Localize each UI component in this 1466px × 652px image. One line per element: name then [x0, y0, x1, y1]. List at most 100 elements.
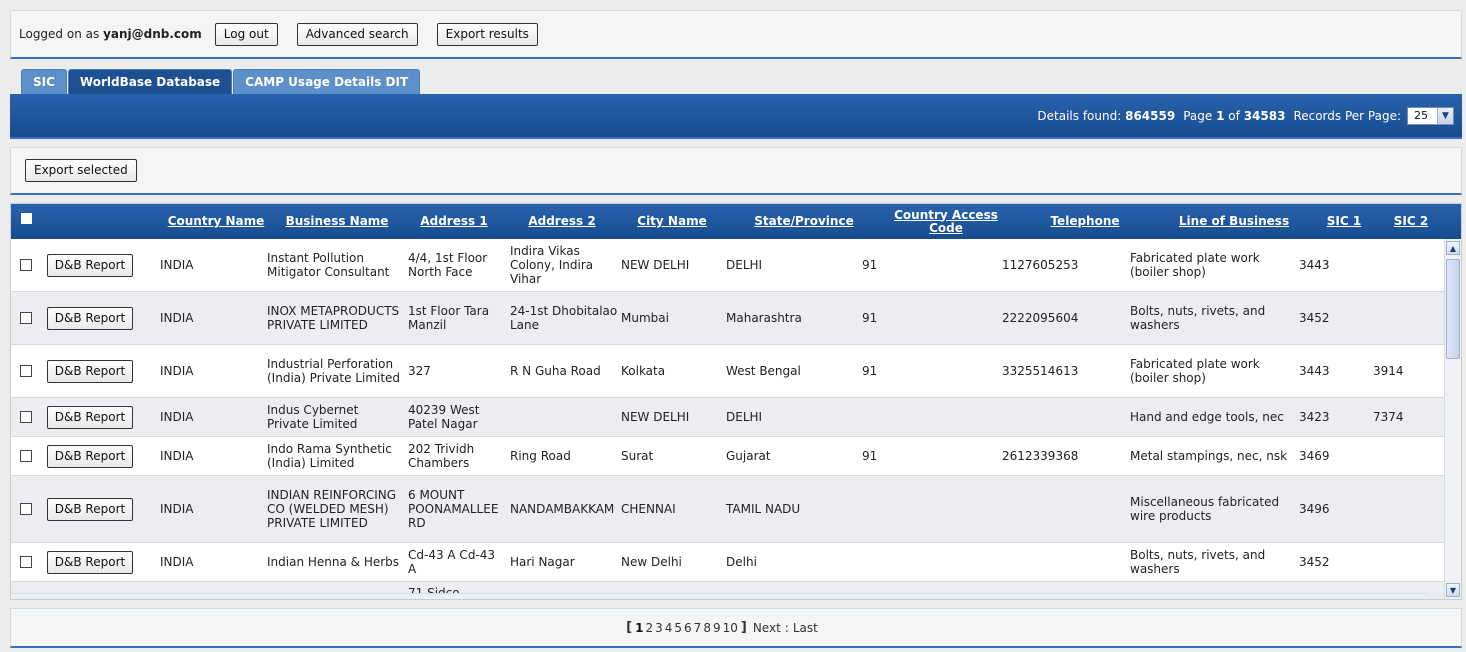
- export-results-button[interactable]: Export results: [436, 22, 538, 46]
- dnb-report-button[interactable]: D&B Report: [47, 498, 133, 521]
- page-link-2[interactable]: 2: [645, 621, 653, 635]
- table-row: D&B Report INDIA Indian Henna & Herbs Cd…: [11, 543, 1446, 582]
- tab-camp-usage-details[interactable]: CAMP Usage Details DIT: [233, 69, 421, 94]
- cell-telephone: [1002, 543, 1122, 581]
- logout-button[interactable]: Log out: [214, 22, 278, 46]
- header-address-2[interactable]: Address 2: [517, 204, 607, 239]
- scroll-down-icon[interactable]: ▼: [1446, 583, 1460, 597]
- vertical-scrollbar[interactable]: ▲ ▼: [1444, 239, 1461, 599]
- select-all-checkbox[interactable]: [21, 213, 32, 224]
- header-city-name[interactable]: City Name: [626, 204, 718, 239]
- page-link-8[interactable]: 8: [703, 621, 711, 635]
- cell-address-1: Cd-43 A Cd-43 A: [408, 548, 496, 576]
- header-address-1[interactable]: Address 1: [411, 204, 497, 239]
- cell-address-2: [510, 398, 618, 436]
- dnb-report-button[interactable]: D&B Report: [47, 360, 133, 383]
- header-telephone[interactable]: Telephone: [1041, 204, 1129, 239]
- page-link-3[interactable]: 3: [655, 621, 663, 635]
- header-business-name[interactable]: Business Name: [277, 204, 397, 239]
- page-link-9[interactable]: 9: [713, 621, 721, 635]
- cell-city: NEW DELHI: [621, 410, 690, 424]
- header-sic-2[interactable]: SIC 2: [1383, 204, 1439, 239]
- tab-sic[interactable]: SIC: [21, 69, 67, 94]
- cell-city: CHENNAI: [621, 502, 676, 516]
- logged-on-label: Logged on as: [19, 27, 100, 41]
- cell-country: INDIA: [160, 555, 194, 569]
- cell-city: Surat: [621, 449, 654, 463]
- tab-worldbase-database[interactable]: WorldBase Database: [67, 69, 233, 94]
- page-link-1[interactable]: 1: [635, 621, 643, 635]
- cell-address-2: 24-1st Dhobitalao Lane: [510, 304, 618, 332]
- details-found-label: Details found:: [1037, 108, 1122, 123]
- cell-state: Delhi: [726, 555, 757, 569]
- grid-body: D&B Report INDIA Instant Pollution Mitig…: [11, 239, 1446, 599]
- dnb-report-button[interactable]: D&B Report: [47, 551, 133, 574]
- cell-access-code: 91: [862, 449, 878, 463]
- row-checkbox[interactable]: [20, 312, 32, 324]
- cell-country: INDIA: [160, 449, 194, 463]
- results-grid: Country Name Business Name Address 1 Add…: [10, 203, 1462, 600]
- pager-separator: :: [784, 620, 789, 635]
- cell-sic-2: 7374: [1373, 410, 1404, 424]
- row-checkbox[interactable]: [20, 556, 32, 568]
- row-checkbox[interactable]: [20, 503, 32, 515]
- cell-business: INDIAN REINFORCING CO (WELDED MESH) PRIV…: [267, 488, 397, 530]
- advanced-search-button[interactable]: Advanced search: [296, 22, 418, 46]
- cell-address-2: R N Guha Road: [510, 364, 601, 378]
- records-per-page-label: Records Per Page:: [1293, 108, 1401, 123]
- table-row: D&B Report INDIA Indo Rama Synthetic (In…: [11, 437, 1446, 476]
- row-checkbox[interactable]: [20, 450, 32, 462]
- header-sic-1[interactable]: SIC 1: [1316, 204, 1372, 239]
- horizontal-scrollbar[interactable]: [11, 593, 1426, 599]
- cell-state: DELHI: [726, 258, 763, 272]
- cell-sic-1: 3452: [1299, 311, 1330, 325]
- cell-access-code: 91: [862, 258, 878, 272]
- header-country-access-code[interactable]: Country Access Code: [891, 204, 1001, 239]
- dnb-report-button[interactable]: D&B Report: [47, 307, 133, 330]
- header-line-of-business[interactable]: Line of Business: [1171, 204, 1297, 239]
- cell-sic-2: [1373, 437, 1433, 475]
- header-state-province[interactable]: State/Province: [744, 204, 864, 239]
- header-country-name[interactable]: Country Name: [160, 204, 272, 239]
- cell-address-1: 1st Floor Tara Manzil: [408, 304, 490, 332]
- row-checkbox[interactable]: [20, 411, 32, 423]
- page-link-7[interactable]: 7: [694, 621, 702, 635]
- cell-country: INDIA: [160, 410, 194, 424]
- scroll-up-icon[interactable]: ▲: [1446, 241, 1460, 255]
- pagination: [ 1 2 3 4 5 6 7 8 9 10 ] Next : Last: [10, 608, 1462, 648]
- next-page-link[interactable]: Next: [753, 621, 781, 635]
- cell-sic-1: 3443: [1299, 258, 1330, 272]
- table-row: D&B Report INDIA INOX METAPRODUCTS PRIVA…: [11, 292, 1446, 345]
- export-selected-button[interactable]: Export selected: [25, 159, 137, 182]
- page-link-6[interactable]: 6: [684, 621, 692, 635]
- cell-city: NEW DELHI: [621, 258, 690, 272]
- page-link-5[interactable]: 5: [674, 621, 682, 635]
- dnb-report-button[interactable]: D&B Report: [47, 445, 133, 468]
- cell-telephone: [1002, 476, 1122, 542]
- scroll-thumb[interactable]: [1446, 259, 1460, 359]
- cell-business: Indian Henna & Herbs: [267, 555, 400, 569]
- chevron-down-icon[interactable]: ▼: [1437, 107, 1453, 124]
- page-link-4[interactable]: 4: [665, 621, 673, 635]
- cell-address-2: Hari Nagar: [510, 555, 575, 569]
- row-checkbox[interactable]: [20, 365, 32, 377]
- cell-state: Gujarat: [726, 449, 771, 463]
- cell-sic-2: [1373, 543, 1433, 581]
- page-link-10[interactable]: 10: [723, 621, 738, 635]
- dnb-report-button[interactable]: D&B Report: [47, 254, 133, 277]
- records-per-page-select[interactable]: 25 ▼: [1407, 106, 1454, 125]
- cell-state: TAMIL NADU: [726, 502, 801, 516]
- last-page-link[interactable]: Last: [793, 621, 818, 635]
- cell-sic-1: 3469: [1299, 449, 1330, 463]
- cell-address-2: NANDAMBAKKAM: [510, 502, 615, 516]
- cell-country: INDIA: [160, 258, 194, 272]
- cell-country: INDIA: [160, 364, 194, 378]
- cell-sic-1: 3423: [1299, 410, 1330, 424]
- cell-telephone: 1127605253: [1002, 258, 1079, 272]
- results-summary-bar: Details found: 864559 Page 1 of 34583 Re…: [10, 94, 1462, 139]
- pager-open-bracket: [: [626, 620, 633, 635]
- row-checkbox[interactable]: [20, 259, 32, 271]
- dnb-report-button[interactable]: D&B Report: [47, 406, 133, 429]
- cell-access-code: [862, 398, 982, 436]
- details-found-value: 864559: [1125, 108, 1176, 123]
